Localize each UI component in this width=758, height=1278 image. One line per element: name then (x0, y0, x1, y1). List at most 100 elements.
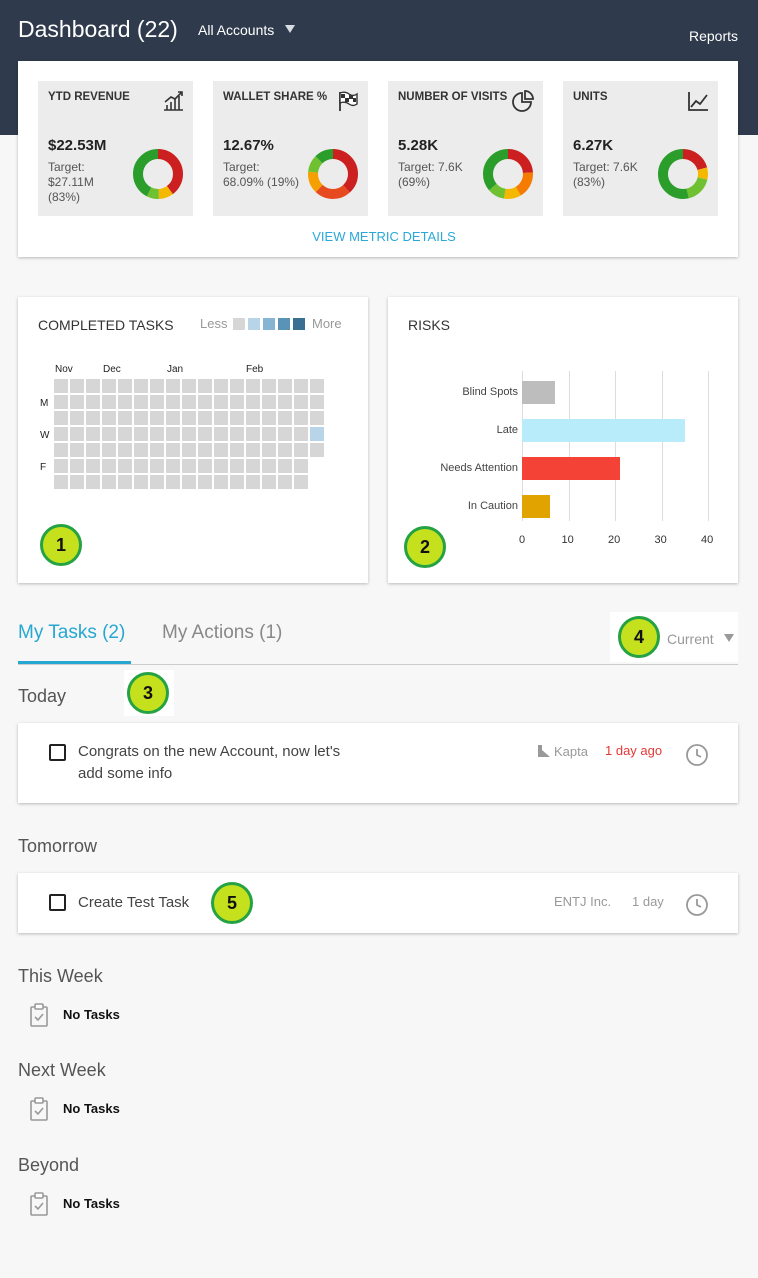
heatmap-cell[interactable] (214, 475, 228, 489)
heatmap-cell[interactable] (262, 411, 276, 425)
reports-link[interactable]: Reports (689, 28, 738, 44)
heatmap-cell[interactable] (54, 443, 68, 457)
heatmap-cell[interactable] (54, 475, 68, 489)
heatmap-cell[interactable] (310, 427, 324, 441)
heatmap-cell[interactable] (310, 379, 324, 393)
heatmap-cell[interactable] (86, 395, 100, 409)
task-title[interactable]: Congrats on the new Account, now let's a… (78, 741, 340, 785)
task-checkbox[interactable] (49, 894, 66, 911)
metric-units[interactable]: UNITS 6.27K Target: 7.6K (83%) (563, 81, 718, 216)
heatmap-cell[interactable] (86, 459, 100, 473)
clock-icon[interactable] (685, 893, 709, 917)
heatmap-cell[interactable] (150, 475, 164, 489)
heatmap-cell[interactable] (86, 427, 100, 441)
heatmap-cell[interactable] (262, 395, 276, 409)
heatmap-cell[interactable] (86, 379, 100, 393)
heatmap-cell[interactable] (150, 395, 164, 409)
heatmap-cell[interactable] (278, 443, 292, 457)
metric-wallet-share[interactable]: WALLET SHARE % 12.67% Target: 68.09% (19… (213, 81, 368, 216)
heatmap-cell[interactable] (102, 411, 116, 425)
heatmap-cell[interactable] (310, 411, 324, 425)
heatmap-cell[interactable] (230, 443, 244, 457)
heatmap-cell[interactable] (150, 379, 164, 393)
heatmap-cell[interactable] (150, 411, 164, 425)
heatmap-cell[interactable] (214, 395, 228, 409)
heatmap-cell[interactable] (166, 475, 180, 489)
heatmap-cell[interactable] (182, 443, 196, 457)
heatmap-cell[interactable] (118, 459, 132, 473)
heatmap-cell[interactable] (54, 379, 68, 393)
heatmap-cell[interactable] (166, 395, 180, 409)
heatmap-cell[interactable] (118, 475, 132, 489)
heatmap-cell[interactable] (70, 395, 84, 409)
heatmap-cell[interactable] (134, 379, 148, 393)
heatmap-cell[interactable] (102, 427, 116, 441)
heatmap-cell[interactable] (198, 443, 212, 457)
task-title[interactable]: Create Test Task (78, 892, 189, 914)
heatmap-cell[interactable] (214, 411, 228, 425)
heatmap-cell[interactable] (214, 443, 228, 457)
heatmap-cell[interactable] (182, 475, 196, 489)
heatmap-cell[interactable] (278, 411, 292, 425)
heatmap-cell[interactable] (102, 459, 116, 473)
heatmap-cell[interactable] (198, 459, 212, 473)
tab-my-tasks[interactable]: My Tasks (2) (18, 622, 125, 644)
metric-number-of-visits[interactable]: NUMBER OF VISITS 5.28K Target: 7.6K (69%… (388, 81, 543, 216)
heatmap-cell[interactable] (198, 395, 212, 409)
heatmap-cell[interactable] (86, 475, 100, 489)
heatmap-cell[interactable] (230, 427, 244, 441)
heatmap-cell[interactable] (214, 459, 228, 473)
account-selector[interactable]: All Accounts (198, 22, 274, 38)
heatmap-cell[interactable] (118, 379, 132, 393)
heatmap-cell[interactable] (70, 379, 84, 393)
heatmap-cell[interactable] (262, 459, 276, 473)
heatmap-cell[interactable] (86, 411, 100, 425)
task-account[interactable]: Kapta (554, 744, 588, 759)
heatmap-cell[interactable] (166, 427, 180, 441)
heatmap-cell[interactable] (182, 427, 196, 441)
risk-bar[interactable] (522, 419, 685, 442)
heatmap-cell[interactable] (134, 427, 148, 441)
heatmap-cell[interactable] (294, 379, 308, 393)
heatmap-cell[interactable] (294, 427, 308, 441)
heatmap-cell[interactable] (246, 427, 260, 441)
heatmap-cell[interactable] (118, 411, 132, 425)
heatmap-cell[interactable] (278, 459, 292, 473)
heatmap-cell[interactable] (118, 395, 132, 409)
heatmap-cell[interactable] (70, 475, 84, 489)
heatmap-cell[interactable] (262, 427, 276, 441)
heatmap-cell[interactable] (70, 443, 84, 457)
heatmap-cell[interactable] (102, 443, 116, 457)
heatmap-cell[interactable] (70, 459, 84, 473)
heatmap-cell[interactable] (294, 459, 308, 473)
heatmap-cell[interactable] (214, 427, 228, 441)
heatmap-cell[interactable] (230, 379, 244, 393)
heatmap-cell[interactable] (262, 379, 276, 393)
task-checkbox[interactable] (49, 744, 66, 761)
filter-dropdown-label[interactable]: Current (667, 631, 714, 647)
task-account[interactable]: ENTJ Inc. (554, 894, 611, 909)
heatmap-cell[interactable] (198, 411, 212, 425)
heatmap-cell[interactable] (198, 475, 212, 489)
heatmap-cell[interactable] (310, 395, 324, 409)
heatmap-cell[interactable] (134, 443, 148, 457)
heatmap-cell[interactable] (102, 379, 116, 393)
heatmap-cell[interactable] (230, 475, 244, 489)
risk-bar[interactable] (522, 381, 555, 404)
heatmap-cell[interactable] (278, 379, 292, 393)
heatmap-cell[interactable] (134, 411, 148, 425)
heatmap-cell[interactable] (230, 411, 244, 425)
heatmap-cell[interactable] (70, 411, 84, 425)
heatmap-cell[interactable] (86, 443, 100, 457)
clock-icon[interactable] (685, 743, 709, 767)
heatmap-cell[interactable] (182, 411, 196, 425)
heatmap-cell[interactable] (102, 395, 116, 409)
heatmap-cell[interactable] (118, 443, 132, 457)
heatmap-cell[interactable] (70, 427, 84, 441)
heatmap-cell[interactable] (246, 395, 260, 409)
heatmap-cell[interactable] (246, 443, 260, 457)
heatmap-cell[interactable] (278, 427, 292, 441)
heatmap-cell[interactable] (246, 411, 260, 425)
heatmap-cell[interactable] (198, 427, 212, 441)
risk-bar[interactable] (522, 457, 620, 480)
